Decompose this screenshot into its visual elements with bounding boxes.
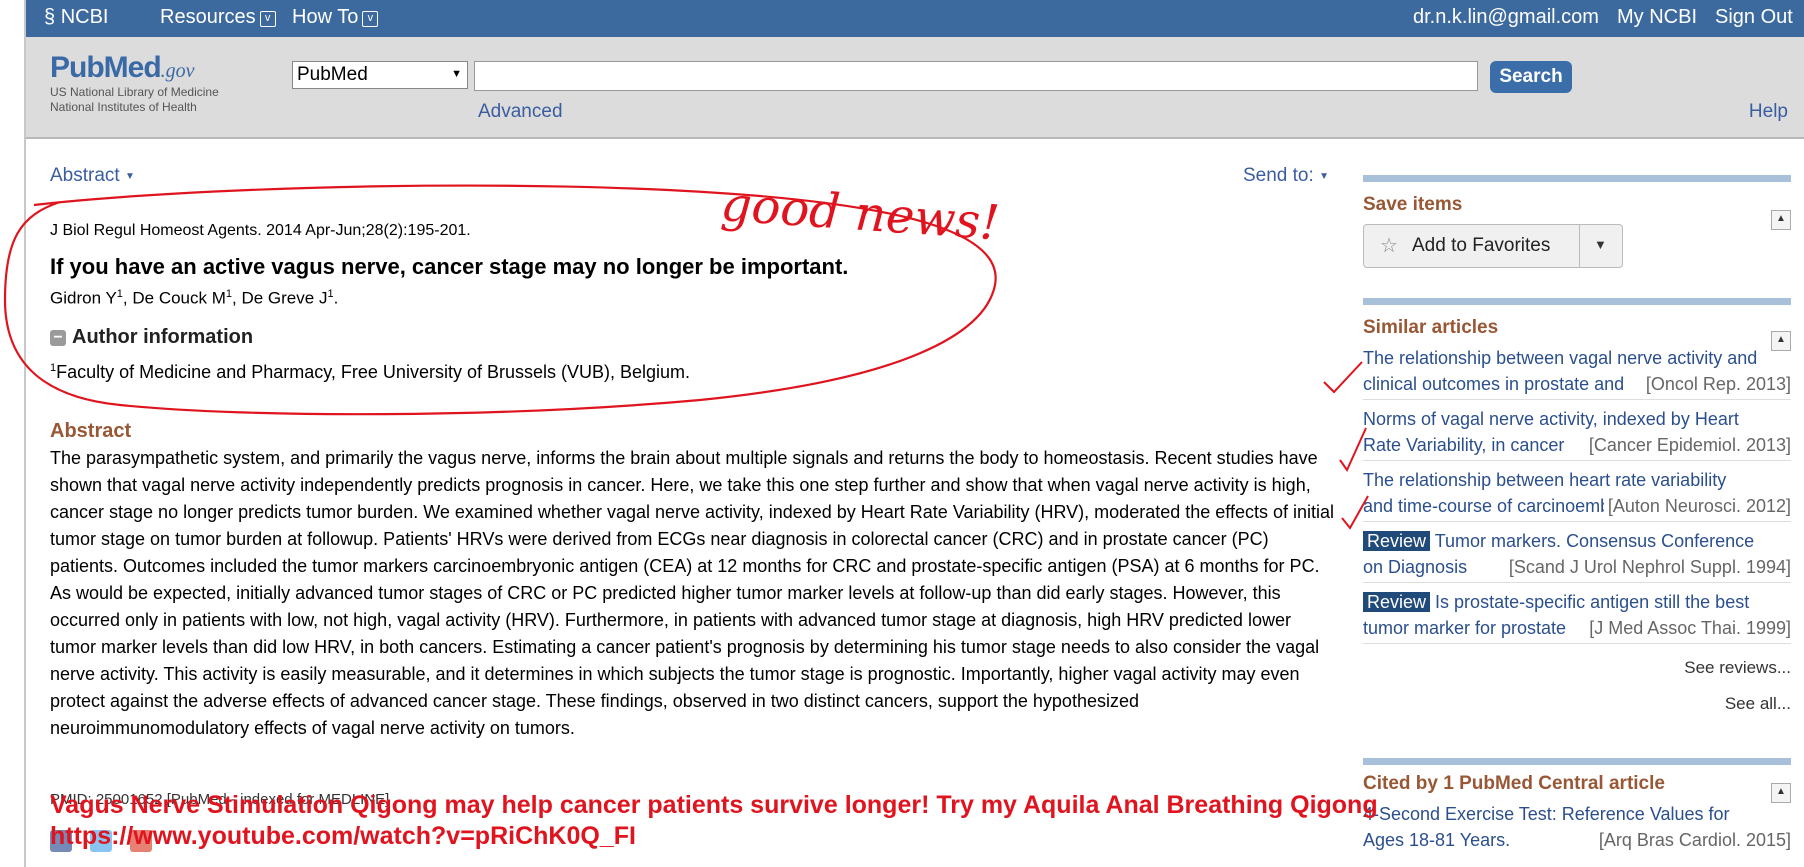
article-title: If you have an active vagus nerve, cance… [50, 254, 849, 279]
right-sidebar: ▲ Save items ☆ Add to Favorites ▼ ▲ Simi… [1363, 175, 1791, 855]
see-all-link[interactable]: See all... [1363, 694, 1791, 714]
dropdown-arrow-icon[interactable]: ▼ [1594, 237, 1607, 252]
cited-by-section: ▲ Cited by 1 PubMed Central article 4-Se… [1363, 773, 1791, 855]
collapse-icon: − [50, 330, 66, 346]
similar-article-link[interactable]: The relationship between vagal nerve act… [1363, 345, 1791, 400]
ncbi-helix-icon: § [44, 6, 56, 28]
abstract-heading: Abstract [50, 420, 132, 442]
dropdown-arrow-icon: ▼ [451, 68, 462, 80]
chevron-down-icon: v [362, 11, 379, 27]
my-ncbi-link[interactable]: My NCBI [1617, 6, 1697, 29]
pubmed-logo[interactable]: PubMed.gov US National Library of Medici… [50, 51, 219, 115]
review-badge: Review [1363, 592, 1431, 612]
author-link[interactable]: Gidron Y [50, 289, 117, 308]
format-menu[interactable]: Abstract ▼ [50, 165, 135, 187]
affiliation: 1Faculty of Medicine and Pharmacy, Free … [50, 362, 691, 382]
similar-article-link[interactable]: Review Is prostate-specific antigen stil… [1363, 589, 1791, 644]
advanced-search-link[interactable]: Advanced [478, 101, 563, 123]
ncbi-top-bar: § NCBI Resources v How To v dr.n.k.lin@gma… [26, 0, 1804, 37]
collapse-toggle-icon[interactable]: ▲ [1771, 783, 1791, 803]
section-divider [1363, 175, 1791, 182]
author-link[interactable]: De Greve J [241, 289, 327, 308]
add-to-favorites-button[interactable]: ☆ Add to Favorites ▼ [1363, 224, 1623, 268]
search-input[interactable] [474, 61, 1478, 91]
sign-out-link[interactable]: Sign Out [1715, 6, 1793, 29]
see-reviews-link[interactable]: See reviews... [1363, 658, 1791, 678]
author-list: Gidron Y1, De Couck M1, De Greve J1. [50, 288, 339, 308]
collapse-toggle-icon[interactable]: ▲ [1771, 210, 1791, 230]
user-email-link[interactable]: dr.n.k.lin@gmail.com [1413, 6, 1599, 29]
review-badge: Review [1363, 531, 1431, 551]
checkmark-icon [1323, 361, 1363, 394]
section-divider [1363, 298, 1791, 305]
overlay-promo-text: Vagus Nerve Stimulation Qigong may help … [50, 791, 1378, 850]
citation-line: J Biol Regul Homeost Agents. 2014 Apr-Ju… [50, 222, 471, 239]
handwritten-good-news: good news! [719, 176, 1001, 251]
author-info-toggle[interactable]: − Author information [50, 326, 253, 349]
star-icon: ☆ [1380, 235, 1398, 257]
window-left-edge [0, 0, 26, 867]
howto-menu[interactable]: How To v [292, 6, 379, 29]
journal-link[interactable]: J Biol Regul Homeost Agents. [50, 222, 262, 239]
pubmed-header: PubMed.gov US National Library of Medici… [26, 37, 1804, 139]
similar-article-link[interactable]: The relationship between heart rate vari… [1363, 467, 1791, 522]
save-items-section: ▲ Save items ☆ Add to Favorites ▼ [1363, 194, 1791, 268]
send-to-menu[interactable]: Send to: ▼ [1243, 165, 1329, 187]
chevron-down-icon: v [259, 11, 276, 27]
search-button[interactable]: Search [1490, 61, 1572, 93]
dropdown-arrow-icon: ▼ [1319, 171, 1329, 182]
cited-article-link[interactable]: 4-Second Exercise Test: Reference Values… [1363, 801, 1791, 855]
similar-article-link[interactable]: Norms of vagal nerve activity, indexed b… [1363, 406, 1791, 461]
similar-articles-section: ▲ Similar articles The relationship betw… [1363, 317, 1791, 714]
similar-article-link[interactable]: Review Tumor markers. Consensus Conferen… [1363, 528, 1791, 583]
author-link[interactable]: De Couck M [132, 289, 226, 308]
ncbi-logo[interactable]: § NCBI [44, 6, 108, 29]
resources-menu[interactable]: Resources v [160, 6, 276, 29]
database-select[interactable]: PubMed ▼ [292, 61, 468, 89]
section-divider [1363, 758, 1791, 765]
dropdown-arrow-icon: ▼ [124, 171, 135, 182]
abstract-text: The parasympathetic system, and primaril… [50, 448, 1334, 738]
help-link[interactable]: Help [1749, 101, 1788, 123]
